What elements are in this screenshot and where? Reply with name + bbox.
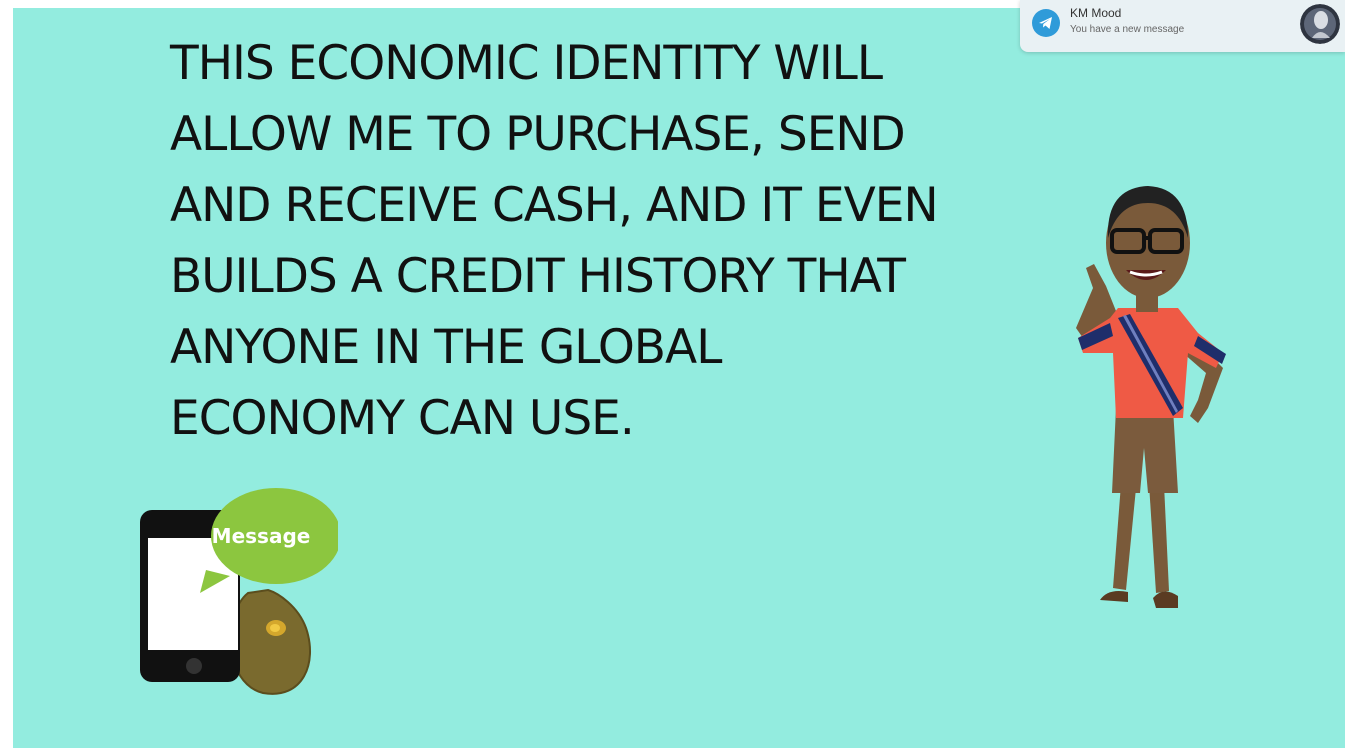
caption-line: ECONOMY CAN USE.	[170, 391, 635, 446]
message-bubble-icon: Message	[200, 488, 338, 593]
message-bubble-text: Message	[212, 524, 311, 548]
telegram-icon	[1032, 9, 1060, 37]
money-bag-icon	[229, 588, 311, 695]
notification-sender: KM Mood	[1070, 6, 1122, 20]
caption-line: BUILDS A CREDIT HISTORY THAT	[170, 249, 906, 304]
phone-message-illustration: Message	[140, 488, 338, 695]
video-frame: THIS ECONOMIC IDENTITY WILL ALLOW ME TO …	[0, 0, 1345, 750]
caption-line: THIS ECONOMIC IDENTITY WILL	[170, 36, 883, 91]
notification-message: You have a new message	[1070, 24, 1185, 35]
notification-toast[interactable]: KM Mood You have a new message	[1020, 0, 1345, 52]
avatar	[1300, 4, 1340, 44]
slide-caption: THIS ECONOMIC IDENTITY WILL ALLOW ME TO …	[170, 28, 939, 454]
caption-line: AND RECEIVE CASH, AND IT EVEN	[170, 178, 939, 233]
cartoon-person	[1076, 186, 1226, 608]
caption-line: ANYONE IN THE GLOBAL	[170, 320, 722, 375]
caption-line: ALLOW ME TO PURCHASE, SEND	[170, 107, 906, 162]
slide: THIS ECONOMIC IDENTITY WILL ALLOW ME TO …	[13, 8, 1345, 748]
